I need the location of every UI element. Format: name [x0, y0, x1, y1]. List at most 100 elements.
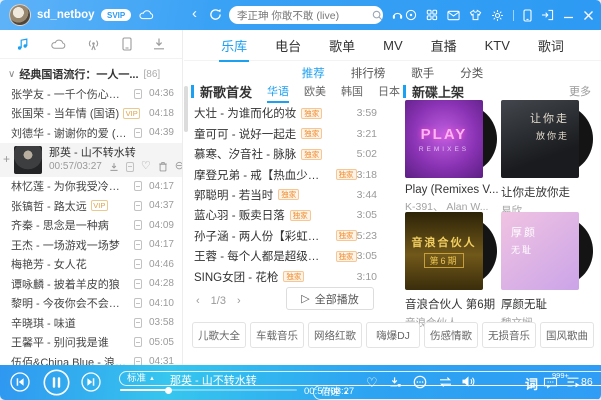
- sidebar-song-row[interactable]: 刘德华 - 谢谢你的爱 (国语) 04:39: [0, 123, 182, 143]
- album-cover[interactable]: 音浪合伙人 第6期: [405, 212, 483, 290]
- remove-icon[interactable]: ⊖: [175, 161, 183, 172]
- device-icon[interactable]: [126, 162, 134, 172]
- album-card[interactable]: 让你走 放你走 让你走放你走 易欣: [501, 100, 595, 218]
- favorite-heart-icon[interactable]: ♡: [366, 375, 378, 391]
- listen-identify-icon[interactable]: [391, 8, 404, 21]
- new-song-row[interactable]: 摩登兄弟 - 戒【热血少年电视剧片... 独家 3:18: [194, 164, 377, 184]
- playlist-header[interactable]: ∨ 经典国语流行：一人一... [86]: [0, 64, 182, 84]
- sub-tab[interactable]: 分类: [460, 65, 483, 81]
- cloud-sync-icon[interactable]: [139, 9, 154, 20]
- download-manager-icon[interactable]: [152, 37, 166, 51]
- more-link[interactable]: 更多: [569, 83, 591, 99]
- album-cover[interactable]: 厚颜 无耻: [501, 212, 579, 290]
- nav-tab[interactable]: 直播: [431, 36, 457, 55]
- sidebar-song-row[interactable]: 林忆莲 - 为你我受冷风吹 04:17: [0, 177, 182, 197]
- volume-icon[interactable]: [461, 375, 476, 388]
- avatar[interactable]: [9, 4, 31, 26]
- more-options-icon[interactable]: [413, 375, 427, 389]
- next-button[interactable]: [81, 372, 101, 392]
- page-prev-icon[interactable]: ‹: [196, 295, 200, 307]
- sidebar-song-row[interactable]: 张镐哲 - 路太远 VIP 04:37: [0, 196, 182, 216]
- trash-icon[interactable]: [158, 161, 168, 172]
- category-tag-button[interactable]: 嗨爆DJ: [366, 322, 420, 348]
- category-tag-button[interactable]: 无损音乐: [482, 322, 536, 348]
- album-title[interactable]: Play (Remixes V...: [405, 184, 499, 196]
- progress-knob[interactable]: [165, 387, 172, 394]
- album-thumbnail[interactable]: [14, 146, 42, 174]
- sidebar-song-row[interactable]: 张学友 - 一千个伤心的理由 04:36: [0, 84, 182, 104]
- new-song-row[interactable]: 大壮 - 为谁而化的妆 独家 3:59: [194, 103, 377, 123]
- mail-icon[interactable]: [447, 10, 460, 21]
- language-tab[interactable]: 华语: [267, 83, 289, 99]
- album-card[interactable]: PLAY REMIXES Play (Remixes V... K-391、 A…: [405, 100, 499, 214]
- category-tag-button[interactable]: 车载音乐: [250, 322, 304, 348]
- svip-badge[interactable]: SVIP: [101, 9, 131, 21]
- search-box[interactable]: [229, 6, 383, 24]
- cloud-music-icon[interactable]: [51, 38, 66, 50]
- close-icon[interactable]: [583, 10, 594, 21]
- play-queue-icon[interactable]: [566, 376, 580, 389]
- download-icon[interactable]: [109, 162, 119, 172]
- sub-tab[interactable]: 推荐: [302, 65, 325, 81]
- play-all-button[interactable]: ▷ 全部播放: [286, 287, 374, 310]
- new-song-row[interactable]: 郭聪明 - 若当时 独家 3:44: [194, 185, 377, 205]
- sidebar-song-row[interactable]: 伍佰&China Blue - 浪人情歌 04:31: [0, 352, 182, 365]
- radio-broadcast-icon[interactable]: [86, 38, 101, 51]
- search-input[interactable]: [237, 9, 372, 21]
- new-song-row[interactable]: 慕寒、汐音社 - 脉脉 独家 5:02: [194, 144, 377, 164]
- album-card[interactable]: 音浪合伙人 第6期 音浪合伙人 第6期 音浪合伙人: [405, 212, 499, 330]
- lyrics-toggle[interactable]: 词: [525, 374, 538, 393]
- language-tab[interactable]: 欧美: [304, 83, 326, 99]
- nav-tab[interactable]: MV: [383, 38, 403, 53]
- nav-tab[interactable]: 歌单: [329, 36, 355, 55]
- album-title[interactable]: 厚颜无耻: [501, 296, 595, 312]
- sidebar-song-row[interactable]: 辛晓琪 - 味道 03:58: [0, 313, 182, 333]
- new-song-row[interactable]: 蓝心羽 - 贩卖日落 独家 3:05: [194, 205, 377, 225]
- nav-tab[interactable]: 乐库: [221, 36, 247, 55]
- sidebar-song-row[interactable]: 张国荣 - 当年情 (国语) VIP 04:18: [0, 104, 182, 124]
- dynamic-icon[interactable]: [405, 9, 417, 21]
- play-mode-icon[interactable]: [438, 376, 453, 388]
- apps-grid-icon[interactable]: [426, 9, 438, 21]
- category-tag-button[interactable]: 网络红歌: [308, 322, 362, 348]
- minimize-icon[interactable]: [563, 10, 574, 21]
- language-tab[interactable]: 日本: [378, 83, 400, 99]
- sidebar-song-row[interactable]: 谭咏麟 - 披着羊皮的狼 04:28: [0, 274, 182, 294]
- scrollbar-thumb[interactable]: [184, 86, 188, 132]
- album-cover[interactable]: PLAY REMIXES: [405, 100, 483, 178]
- nav-tab[interactable]: KTV: [485, 38, 510, 53]
- page-next-icon[interactable]: ›: [237, 295, 241, 307]
- search-icon[interactable]: [372, 10, 383, 21]
- back-icon[interactable]: ‹: [192, 5, 197, 23]
- add-icon[interactable]: +: [3, 152, 10, 166]
- category-tag-button[interactable]: 伤感情歌: [424, 322, 478, 348]
- heart-icon[interactable]: ♡: [141, 161, 151, 172]
- progress-bar[interactable]: [120, 389, 297, 391]
- settings-gear-icon[interactable]: [491, 9, 504, 22]
- phone-transfer-icon[interactable]: [523, 9, 532, 22]
- previous-button[interactable]: [10, 372, 30, 392]
- mini-mode-icon[interactable]: [541, 9, 554, 21]
- category-tag-button[interactable]: 儿歌大全: [192, 322, 246, 348]
- new-song-row[interactable]: 王蓉 - 每个人都是超级英雄 独家 3:05: [194, 246, 377, 266]
- language-tab[interactable]: 韩国: [341, 83, 363, 99]
- pause-button[interactable]: [43, 369, 70, 396]
- album-title[interactable]: 让你走放你走: [501, 184, 595, 200]
- new-song-row[interactable]: 孙子涵 - 两人份【彩虹的重力电视... 独家 5:23: [194, 226, 377, 246]
- now-playing-row[interactable]: + 那英 - 山不转水转 00:57/03:27 ♡ ⊖: [0, 143, 182, 177]
- category-tag-button[interactable]: 国风歌曲: [540, 322, 594, 348]
- sub-tab[interactable]: 歌手: [411, 65, 434, 81]
- username[interactable]: sd_netboy: [37, 9, 95, 21]
- skin-theme-icon[interactable]: [469, 9, 482, 21]
- album-title[interactable]: 音浪合伙人 第6期: [405, 296, 499, 312]
- album-cover[interactable]: 让你走 放你走: [501, 100, 579, 178]
- device-music-icon[interactable]: [122, 37, 132, 51]
- local-music-icon[interactable]: [16, 37, 30, 51]
- sub-tab[interactable]: 排行榜: [351, 65, 386, 81]
- player-song-title[interactable]: 那英 - 山不转水转: [170, 372, 257, 388]
- sidebar-song-row[interactable]: 黎明 - 今夜你会不会来 (国语) 04:10: [0, 294, 182, 314]
- comments-icon[interactable]: 999+: [543, 376, 558, 389]
- new-song-row[interactable]: SING女团 - 花枪 独家 3:10: [194, 267, 377, 287]
- refresh-icon[interactable]: [209, 8, 222, 21]
- new-song-row[interactable]: 童可可 - 说好一起走 独家 3:21: [194, 123, 377, 143]
